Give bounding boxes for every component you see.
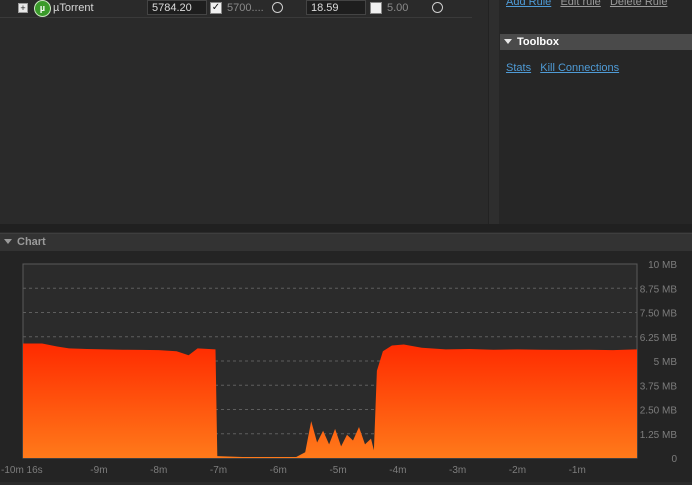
upload-priority-radio[interactable] [432,2,443,13]
y-tick-label: 0 [671,454,677,465]
chart-area: 0 1.25 MB 2.50 MB 3.75 MB 5 MB 6.25 MB 7.50 MB… [0,251,692,482]
toolbox-links: Stats Kill Connections [506,61,619,75]
collapse-triangle-icon [4,239,12,245]
x-tick-label: -3m [449,465,466,476]
y-tick-label: 3.75 MB [640,381,678,392]
y-tick-label: 7.50 MB [640,309,678,320]
collapse-triangle-icon [504,39,512,45]
delete-rule-link[interactable]: Delete Rule [610,0,667,8]
download-priority-radio[interactable] [272,2,283,13]
toolbox-title: Toolbox [517,36,559,48]
upload-limit-checkbox[interactable] [370,2,382,14]
x-tick-label: -10m 16s [1,465,43,476]
panel-splitter[interactable] [0,224,692,232]
upload-rate-value: 18.59 [306,0,366,15]
rule-actions: Add Rule Edit rule Delete Rule [506,0,667,9]
download-rate-value: 5784.20 [147,0,207,15]
expand-toggle[interactable]: + [18,3,28,13]
add-rule-link[interactable]: Add Rule [506,0,551,8]
utorrent-icon: µ [34,0,51,17]
x-tick-label: -4m [389,465,406,476]
stats-link[interactable]: Stats [506,62,531,74]
y-tick-label: 8.75 MB [640,284,678,295]
kill-connections-link[interactable]: Kill Connections [540,62,619,74]
bandwidth-chart: 0 1.25 MB 2.50 MB 3.75 MB 5 MB 6.25 MB 7.50 MB… [1,260,678,476]
y-tick-label: 2.50 MB [640,406,678,417]
y-tick-label: 1.25 MB [640,430,678,441]
upload-limit-value[interactable]: 5.00 [387,2,408,14]
y-tick-label: 5 MB [654,357,678,368]
download-limit-value[interactable]: 5700.... [227,2,264,14]
chart-panel-header[interactable]: Chart [0,233,692,251]
y-tick-label: 10 MB [648,260,677,271]
x-tick-label: -1m [569,465,586,476]
x-tick-label: -8m [150,465,167,476]
process-name: µTorrent [53,2,94,14]
x-tick-label: -9m [90,465,107,476]
y-tick-label: 6.25 MB [640,333,678,344]
x-tick-label: -7m [210,465,227,476]
toolbox-header[interactable]: Toolbox [500,34,692,50]
process-table: + µ µTorrent 5784.20 ✓ 5700.... 18.59 5.… [0,0,488,224]
table-row[interactable]: + µ µTorrent 5784.20 ✓ 5700.... 18.59 5.… [0,0,472,18]
x-tick-label: -2m [509,465,526,476]
x-tick-label: -5m [329,465,346,476]
edit-rule-link[interactable]: Edit rule [560,0,600,8]
download-limit-checkbox[interactable]: ✓ [210,2,222,14]
x-tick-label: -6m [270,465,287,476]
chart-panel-title: Chart [17,236,46,248]
